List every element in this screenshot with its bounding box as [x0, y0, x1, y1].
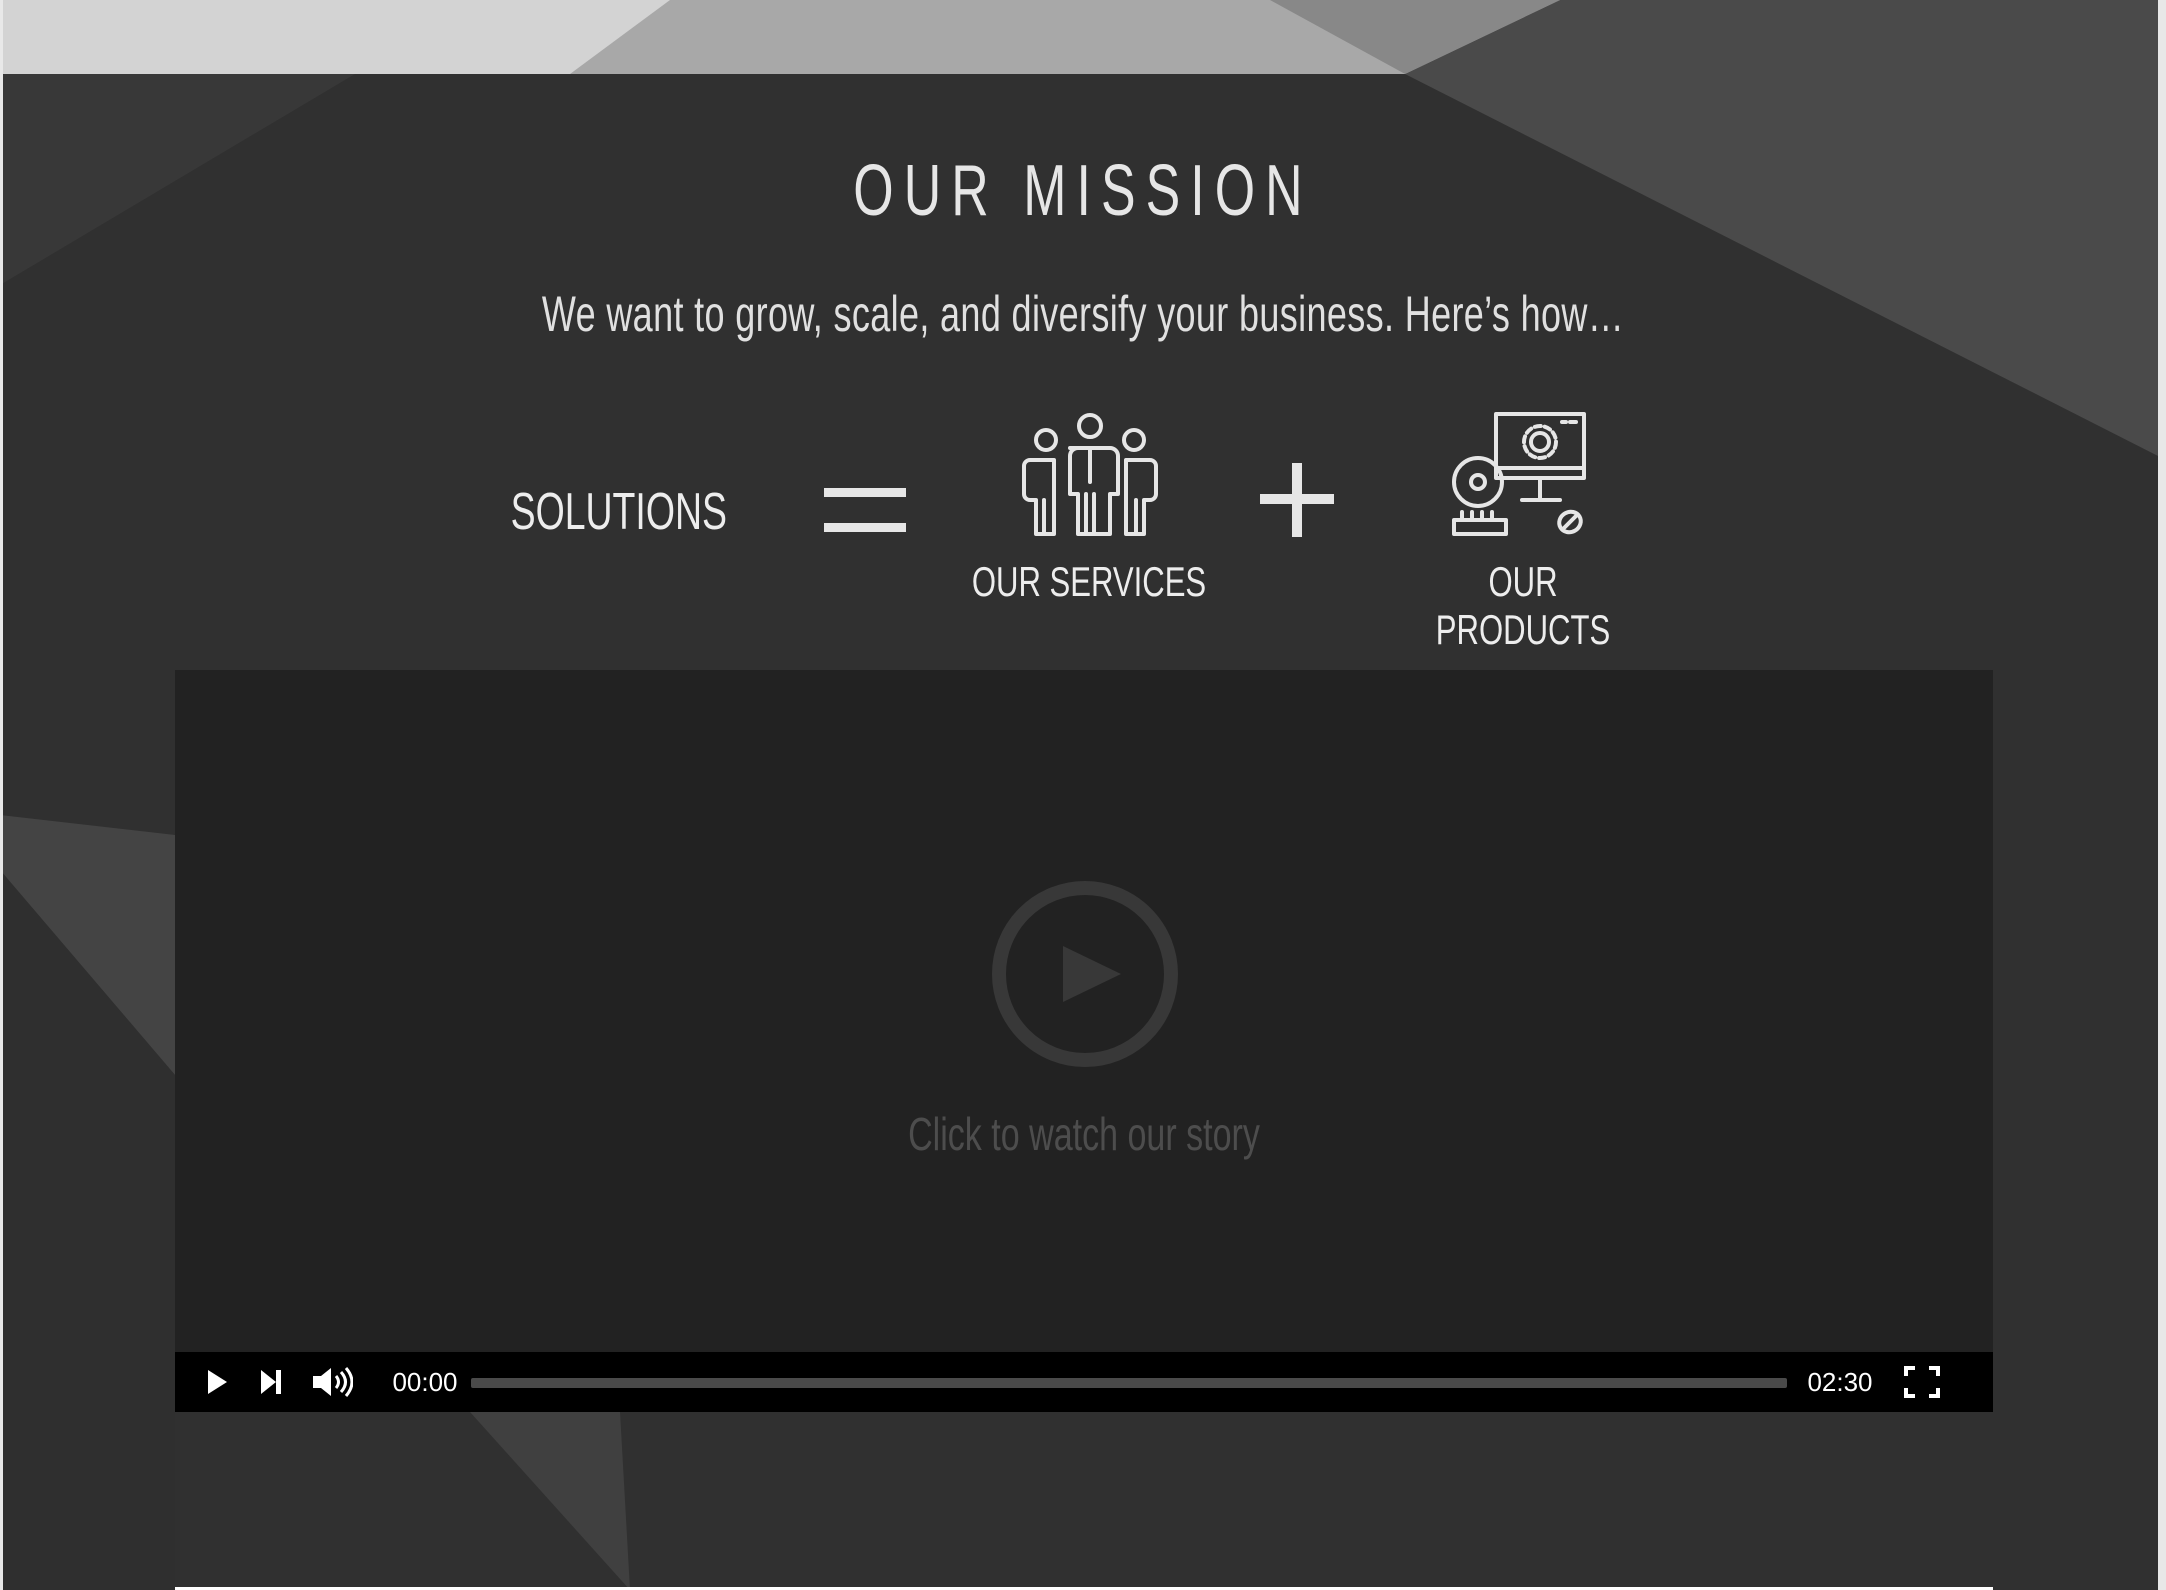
services-label: OUR SERVICES	[971, 558, 1207, 605]
fullscreen-icon	[1904, 1366, 1940, 1398]
play-icon	[208, 1370, 227, 1394]
skip-next-button[interactable]	[251, 1352, 291, 1412]
volume-button[interactable]	[307, 1352, 357, 1412]
fullscreen-button[interactable]	[1897, 1352, 1947, 1412]
volume-icon	[313, 1367, 353, 1397]
big-play-icon[interactable]	[991, 880, 1179, 1068]
video-caption[interactable]: Click to watch our story	[411, 1107, 1756, 1161]
equals-icon	[824, 488, 906, 536]
solutions-label: SOLUTIONS	[510, 483, 727, 541]
products-label: OUR PRODUCTS	[1435, 558, 1611, 653]
plus-icon	[1260, 463, 1334, 537]
mission-subtitle: We want to grow, scale, and diversify yo…	[541, 286, 1625, 342]
mission-section: OUR MISSION We want to grow, scale, and …	[0, 0, 2166, 1590]
video-control-bar: 00:00 02:30	[175, 1352, 1993, 1412]
duration-time: 02:30	[1807, 1366, 1873, 1397]
play-button[interactable]	[197, 1352, 237, 1412]
skip-next-icon	[261, 1370, 281, 1394]
current-time: 00:00	[392, 1366, 458, 1397]
video-player[interactable]: Click to watch our story 00:00 02:30	[175, 670, 1993, 1412]
computer-settings-icon	[1452, 412, 1586, 536]
team-people-icon	[1022, 413, 1158, 536]
mission-title: OUR MISSION	[853, 151, 1313, 231]
video-poster[interactable]: Click to watch our story	[175, 670, 1993, 1352]
progress-bar[interactable]	[471, 1378, 1787, 1388]
